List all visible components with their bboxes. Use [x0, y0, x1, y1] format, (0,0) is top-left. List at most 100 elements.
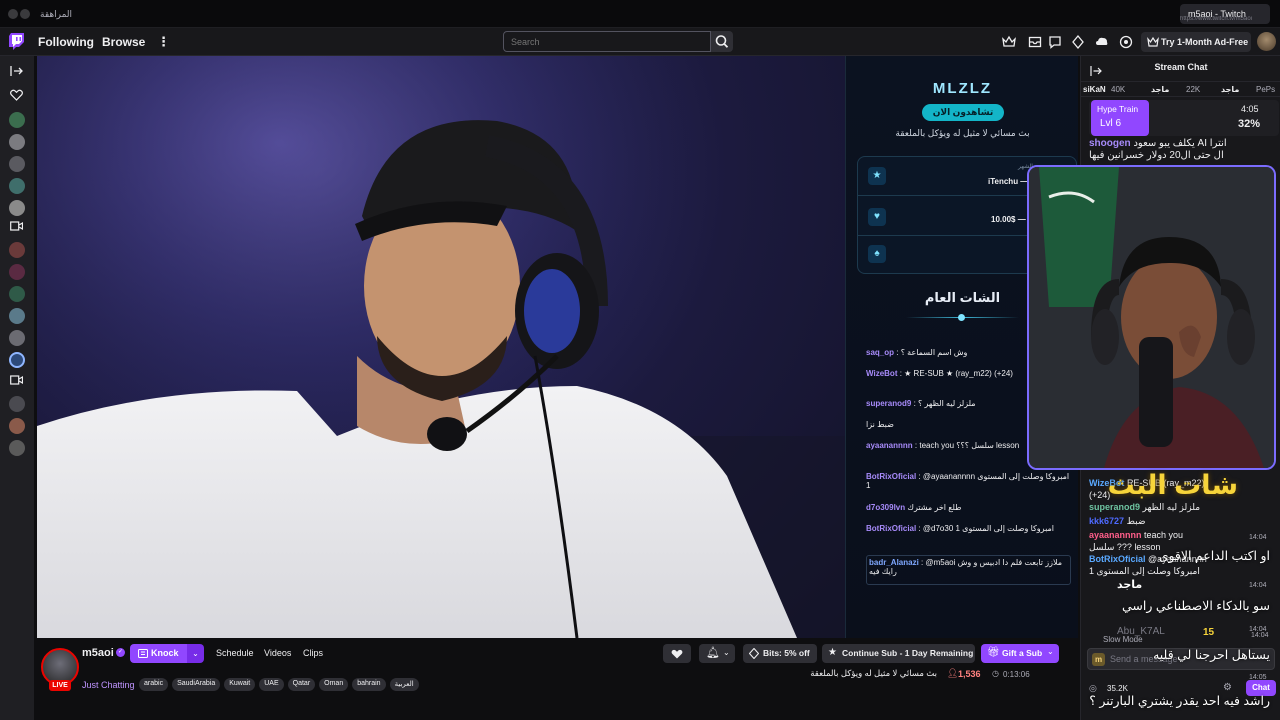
continue-sub-button[interactable]: ★ Continue Sub - 1 Day Remaining [822, 644, 975, 663]
caption-line: او اكتب الداعم الاقوى [1158, 549, 1270, 563]
notifications-button[interactable]: 🔔︎ ⌄ [699, 644, 735, 663]
card-value: 10.00$ — [991, 215, 1026, 224]
hype-train-level: Lvl 6 [1100, 118, 1122, 129]
browser-tab[interactable]: المراهقة [32, 4, 152, 24]
viewer-icon: 👤︎ [947, 668, 959, 678]
tag[interactable]: arabic [139, 678, 169, 691]
expand-sidebar-icon[interactable] [10, 66, 23, 76]
user-avatar[interactable] [1257, 32, 1276, 51]
star-icon: ★ [868, 167, 886, 185]
stream-uptime: 0:13:06 [1003, 670, 1030, 679]
overlay-chat-item: BotRixOficial : @d7o30 امبروكا وصلت إلى … [866, 524, 1055, 533]
bits-button[interactable]: Bits: 5% off [743, 644, 817, 663]
more-menu-icon[interactable]: ⋮ [157, 34, 170, 50]
search-button[interactable] [711, 31, 733, 52]
nav-browse[interactable]: Browse [102, 35, 145, 49]
followed-channel-avatar[interactable] [9, 286, 25, 302]
nav-following[interactable]: Following [38, 35, 94, 49]
followed-channel-avatar[interactable] [9, 178, 25, 194]
videos-link[interactable]: Videos [264, 648, 291, 658]
crown-icon[interactable] [1002, 35, 1016, 49]
tag[interactable]: Qatar [287, 678, 316, 691]
followed-channel-avatar[interactable] [9, 308, 25, 324]
chat-settings-gear-icon[interactable]: ⚙ [1223, 682, 1232, 693]
schedule-link[interactable]: Schedule [216, 648, 254, 658]
knock-dropdown-chevron-icon[interactable]: ⌄ [187, 644, 204, 663]
url-text[interactable]: https://www.twitch.tv/m5aoi [1180, 16, 1275, 25]
tag[interactable]: UAE [259, 678, 284, 691]
followed-channel-avatar[interactable] [9, 156, 25, 172]
followed-channel-avatar[interactable] [9, 134, 25, 150]
followed-channel-avatar[interactable] [9, 440, 25, 456]
channel-name[interactable]: m5aoi [82, 647, 114, 659]
heart-icon: ♥ [868, 208, 886, 226]
followed-channel-avatar[interactable] [9, 200, 25, 216]
whispers-icon[interactable] [1048, 35, 1062, 49]
bits-label: Bits: 5% off [763, 648, 810, 658]
followed-channel-avatar[interactable] [9, 330, 25, 346]
followed-channel-avatar[interactable] [9, 418, 25, 434]
window-dot-icon[interactable] [8, 9, 18, 19]
channel-info-bar: LIVE m5aoi ✓ Knock ⌄ Schedule Videos Cli… [37, 638, 1080, 720]
live-badge: LIVE [49, 680, 71, 691]
category-link[interactable]: Just Chatting [82, 680, 135, 690]
timestamp: 14:04 [1249, 534, 1267, 541]
overlay-chat-item-highlight: badr_Alanazi : @m5aoi ملازز تابعت فلم دا… [866, 555, 1071, 585]
video-player[interactable] [37, 56, 845, 638]
verified-icon: ✓ [116, 648, 125, 657]
gift-sub-button[interactable]: 🎁︎ Gift a Sub ⌄ [981, 644, 1059, 663]
timestamp: 14:04 [1249, 582, 1267, 589]
top-nav: Following Browse ⋮ Try 1-Month Ad-Free [0, 28, 1280, 56]
prime-crown-icon [1147, 36, 1159, 47]
twitch-logo-icon[interactable] [9, 33, 24, 50]
donation-amount: 15 [1203, 627, 1215, 638]
heart-icon[interactable] [10, 89, 23, 101]
donation-user: Abu_K7AL [1117, 626, 1165, 637]
prime-ad-free-button[interactable]: Try 1-Month Ad-Free [1141, 32, 1251, 52]
webcam-overlay [1027, 165, 1276, 470]
notifications-icon[interactable] [1119, 35, 1133, 49]
chat-message: kkk6727 ضبط [1089, 516, 1146, 526]
leaderboard-amount: 40K [1111, 85, 1126, 94]
chat-header-title: Stream Chat [1154, 62, 1208, 72]
leaderboard-name: ماجد [1221, 85, 1240, 94]
followed-channel-avatar[interactable] [9, 396, 25, 412]
search-icon [715, 35, 729, 48]
leaderboard-amount: 22K [1186, 85, 1201, 94]
chat-message: superanod9 ملزلز ليه الظهر [1089, 502, 1201, 512]
webcam-name-tag: ماجد [1117, 579, 1143, 591]
followed-channel-avatar[interactable] [9, 112, 25, 128]
gift-sub-label: Gift a Sub [1002, 648, 1043, 658]
tag[interactable]: العربية [389, 678, 419, 691]
tag[interactable]: bahrain [352, 678, 386, 691]
bits-icon[interactable] [1071, 35, 1085, 49]
channel-points-count: 35.2K [1107, 684, 1128, 693]
followed-channel-avatar[interactable] [9, 352, 25, 368]
prime-label: Try 1-Month Ad-Free [1161, 37, 1249, 47]
clips-link[interactable]: Clips [303, 648, 323, 658]
inbox-icon[interactable] [1028, 35, 1042, 49]
video-camera-icon[interactable] [10, 375, 23, 385]
tag[interactable]: Kuwait [224, 678, 256, 691]
followed-channel-avatar[interactable] [9, 264, 25, 280]
drops-icon[interactable] [1095, 35, 1109, 49]
chevron-down-icon: ⌄ [723, 648, 730, 657]
hype-train-level-block: Hype Train Lvl 6 [1091, 100, 1149, 136]
search-input[interactable] [503, 31, 711, 52]
tag[interactable]: Oman [319, 678, 349, 691]
follow-heart-button[interactable] [663, 644, 691, 663]
clock-icon: ◷ [992, 669, 999, 678]
timestamp: 14:04 [1249, 626, 1267, 633]
gift-icon: 🎁︎ [987, 647, 1000, 658]
leaderboard-name: siKaN [1083, 85, 1106, 94]
window-dot-icon[interactable] [20, 9, 30, 19]
knock-icon [138, 649, 148, 658]
leaderboard-amount: PePs [1256, 85, 1276, 94]
video-camera-icon[interactable] [10, 221, 23, 231]
followed-channel-avatar[interactable] [9, 242, 25, 258]
tag[interactable]: SaudiArabia [172, 678, 221, 691]
streamer-video-frame [37, 56, 845, 638]
hype-train-banner[interactable]: Hype Train Lvl 6 4:05 32% [1089, 100, 1279, 136]
card-value: iTenchu — [988, 177, 1029, 186]
browser-tab-strip: المراهقة m5aoi - Twitch https://www.twit… [0, 0, 1280, 28]
